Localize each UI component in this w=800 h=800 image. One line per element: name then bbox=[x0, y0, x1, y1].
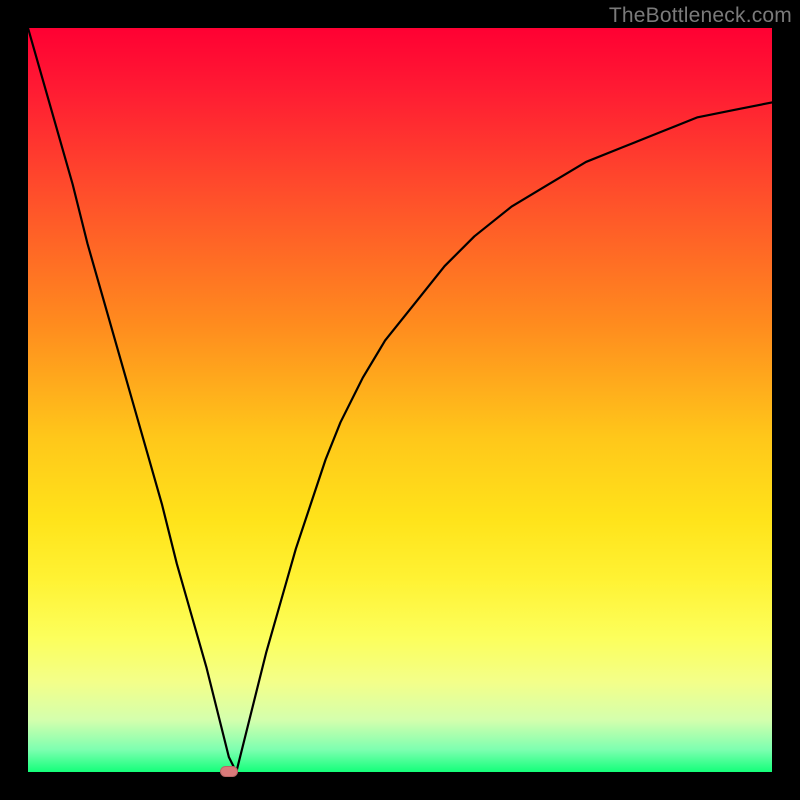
bottleneck-curve bbox=[28, 28, 772, 772]
optimal-point-marker bbox=[220, 766, 238, 777]
plot-area bbox=[28, 28, 772, 772]
watermark-text: TheBottleneck.com bbox=[609, 4, 792, 28]
chart-stage: TheBottleneck.com bbox=[0, 0, 800, 800]
